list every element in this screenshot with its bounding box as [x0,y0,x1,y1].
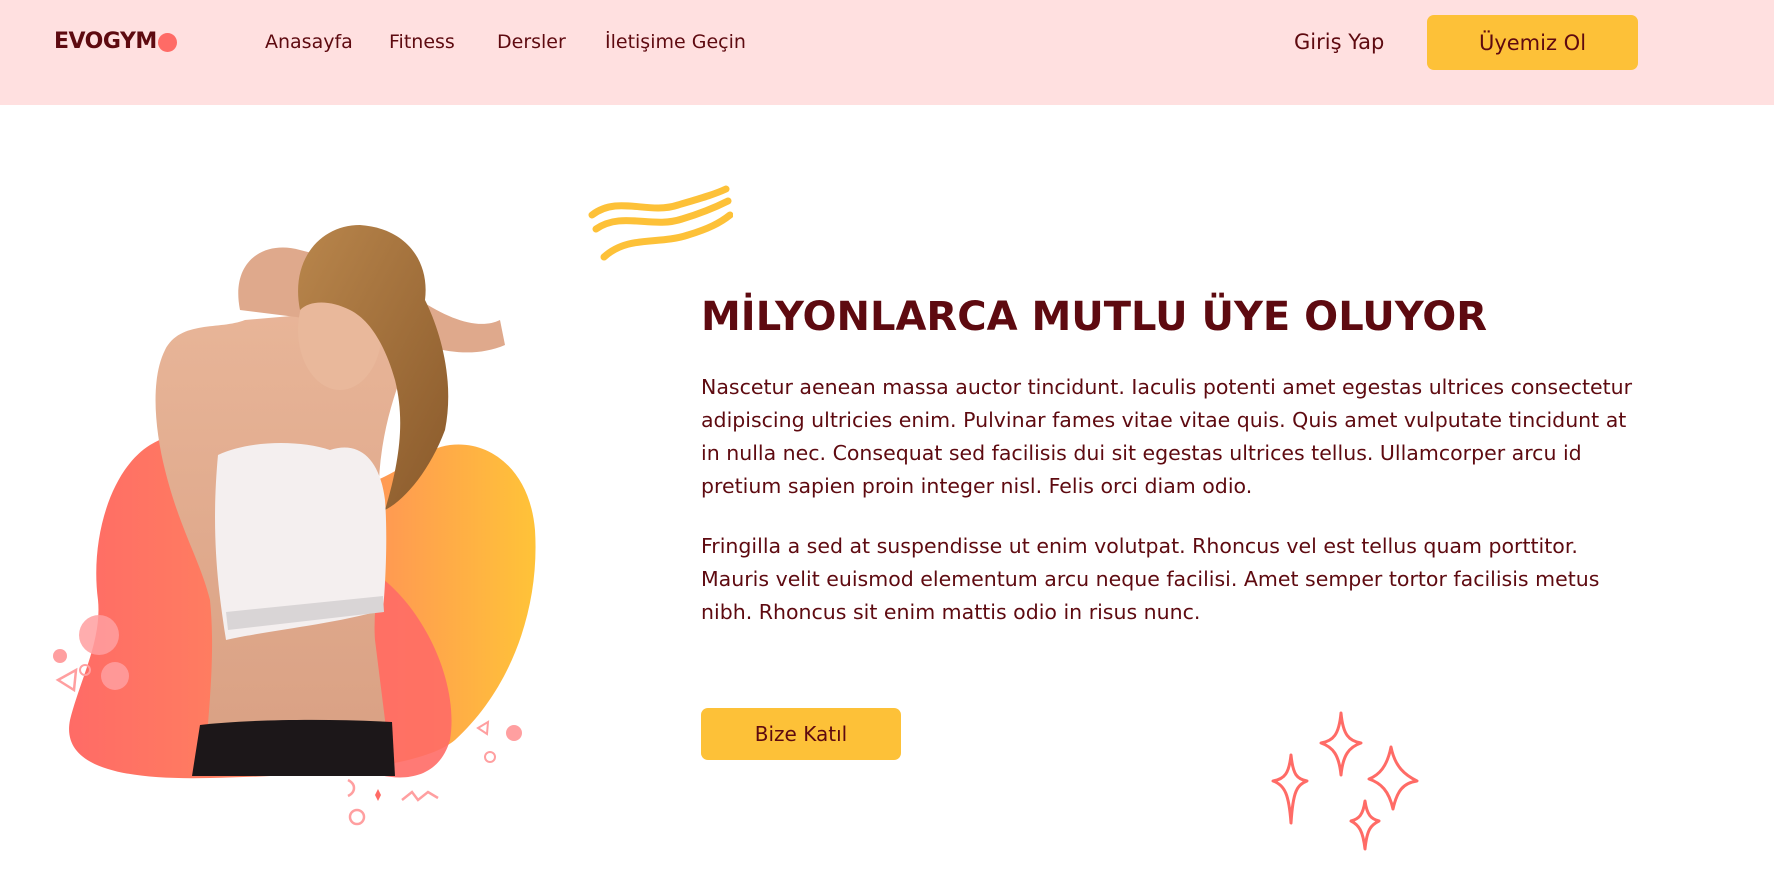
hero-paragraph-1: Nascetur aenean massa auctor tincidunt. … [701,375,1633,498]
sparkles-icon [1271,711,1419,851]
nav-link-fitness[interactable]: Fitness [389,31,455,53]
nav-link-dersler[interactable]: Dersler [497,31,566,53]
hero-title: MİLYONLARCA MUTLU ÜYE OLUYOR [701,294,1488,340]
waves-icon [588,185,733,261]
brand-logo[interactable]: EVOGYM [54,29,157,54]
join-button[interactable]: Bize Katıl [701,708,901,760]
nav-link-iletisim[interactable]: İletişime Geçin [605,31,746,53]
hero-image [53,225,536,826]
hero-paragraph-2: Fringilla a sed at suspendisse ut enim v… [701,534,1600,624]
signup-button[interactable]: Üyemiz Ol [1427,15,1638,70]
login-link[interactable]: Giriş Yap [1294,30,1384,54]
logo-dot-icon [158,33,177,52]
nav-link-anasayfa[interactable]: Anasayfa [265,31,353,53]
navbar: EVOGYM Anasayfa Fitness Dersler İletişim… [0,0,1774,105]
